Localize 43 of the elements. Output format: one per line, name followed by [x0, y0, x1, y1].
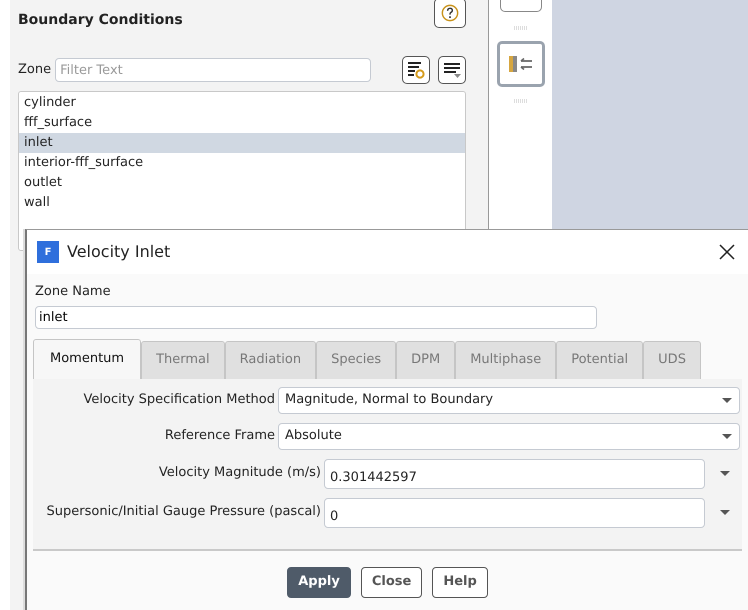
boundary-icon: [506, 54, 534, 74]
zone-item[interactable]: fff_surface: [19, 113, 465, 133]
zone-item[interactable]: outlet: [19, 173, 465, 193]
number-field[interactable]: 0: [324, 498, 706, 528]
zone-item[interactable]: inlet: [19, 133, 465, 153]
dropdown[interactable]: Absolute: [278, 422, 740, 450]
zone-item[interactable]: cylinder: [19, 93, 465, 113]
sort-button[interactable]: [438, 56, 466, 84]
caret-icon: [719, 470, 732, 477]
help-icon: [441, 3, 459, 23]
list-menu-icon: [442, 60, 462, 80]
zone-item[interactable]: interior-fff_surface: [19, 153, 465, 173]
filter-button[interactable]: [402, 56, 430, 84]
tab[interactable]: Momentum: [33, 338, 142, 378]
dialog-button[interactable]: Close: [360, 566, 422, 598]
number-field[interactable]: 0.301442597: [324, 458, 706, 488]
toolbar-button[interactable]: [496, 41, 544, 87]
caret-icon: [721, 432, 733, 440]
field-label: Velocity Specification Method: [82, 391, 275, 410]
close-icon: [718, 242, 736, 261]
dialog-title: Velocity Inlet: [67, 241, 170, 263]
help-button[interactable]: [434, 0, 466, 28]
zone-name-field[interactable]: inlet: [35, 306, 597, 328]
dialog-button[interactable]: Apply: [287, 566, 351, 598]
dropdown-value: Magnitude, Normal to Boundary: [285, 391, 494, 410]
panel-title: Boundary Conditions: [18, 11, 183, 30]
toolbar-button[interactable]: [500, 0, 542, 12]
dropdown[interactable]: Magnitude, Normal to Boundary: [278, 386, 740, 414]
filter-field[interactable]: Filter Text: [55, 58, 372, 82]
field-label: Zone Name: [35, 283, 112, 301]
filter-icon: [406, 60, 426, 80]
field-label: Reference Frame: [164, 427, 275, 446]
dialog-button[interactable]: Help: [432, 566, 488, 598]
dropdown-value: Absolute: [285, 427, 342, 446]
filter-label: Zone: [18, 61, 52, 80]
app-logo: F: [37, 241, 59, 263]
caret-icon: [721, 396, 733, 404]
field-label: Supersonic/Initial Gauge Pressure (pascal): [46, 502, 321, 520]
zone-item[interactable]: wall: [19, 193, 465, 213]
caret-icon: [719, 509, 732, 516]
grip-icon: [512, 26, 528, 30]
field-label: Velocity Magnitude (m/s): [158, 464, 321, 482]
grip-icon: [512, 99, 528, 103]
